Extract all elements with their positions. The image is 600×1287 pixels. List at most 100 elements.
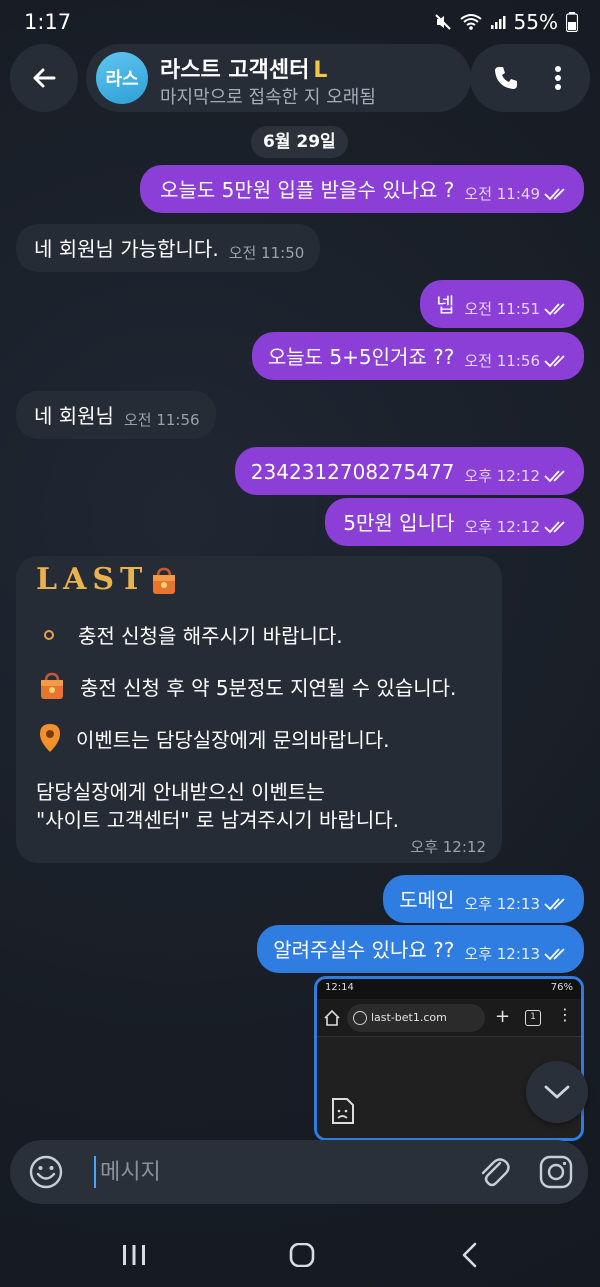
system-navigation-bar [0, 1220, 600, 1287]
status-time: 1:17 [24, 10, 72, 34]
message-card-incoming[interactable]: LAST 충전 신청을 해주시기 바랍니다. 충전 신청 후 약 5분정도 지연… [16, 556, 502, 863]
last-seen-status: 마지막으로 접속한 지 오래됨 [160, 87, 376, 108]
message-time: 오후 12:13 [464, 890, 570, 918]
double-check-icon [544, 521, 565, 534]
message-time: 오전 11:56 [123, 410, 200, 429]
message-bubble-outgoing[interactable]: 오늘도 5+5인거죠 ?? 오전 11:56 [251, 332, 584, 380]
paperclip-icon[interactable] [476, 1154, 512, 1190]
message-composer [10, 1140, 588, 1204]
home-circle-icon [289, 1243, 315, 1267]
header-actions [470, 44, 590, 112]
recent-apps-button[interactable] [114, 1240, 154, 1270]
message-bubble-selected[interactable]: 도메인 오후 12:13 [383, 875, 584, 923]
emoji-icon[interactable] [28, 1154, 64, 1190]
card-line-text: "사이트 고객센터" 로 남겨주시기 바랍니다. [36, 808, 399, 832]
chat-title: 라스트 고객센터 L [160, 52, 327, 84]
tab-count-icon: 1 [525, 1010, 541, 1026]
double-check-icon [544, 470, 565, 483]
chat-info[interactable]: 라스 라스트 고객센터 L 마지막으로 접속한 지 오래됨 [86, 44, 471, 112]
card-line-5: "사이트 고객센터" 로 남겨주시기 바랍니다. [36, 804, 399, 833]
card-line-text: 충전 신청 후 약 5분정도 지연될 수 있습니다. [80, 675, 457, 700]
date-separator: 6월 29일 [251, 126, 348, 158]
message-bubble-incoming[interactable]: 네 회원님 가능합니다. 오전 11:50 [16, 224, 321, 272]
chat-screen: 1:17 55% 라스 라스트 고객센터 L 마지막으로 접속한 지 오래됨 6… [0, 0, 600, 1287]
card-line-text: 충전 신청을 해주시기 바랍니다. [78, 624, 343, 648]
screenshot-browser-bar: last-bet1.com + 1 ⋮ [317, 999, 581, 1037]
message-text: 네 회원님 가능합니다. [34, 236, 219, 261]
back-button[interactable] [10, 44, 78, 112]
double-check-icon [544, 948, 565, 961]
card-line-3: 이벤트는 담당실장에게 문의바랍니다. [36, 722, 389, 754]
message-text: 오늘도 5+5인거죠 ?? [267, 344, 455, 369]
message-text: 5만원 입니다 [343, 510, 455, 535]
double-check-icon [544, 898, 565, 911]
status-icons: 55% [434, 10, 578, 34]
home-button[interactable] [282, 1240, 322, 1270]
status-bar: 1:17 55% [0, 0, 600, 44]
screenshot-time: 12:14 [325, 982, 354, 993]
message-bubble-outgoing[interactable]: 2342312708275477 오후 12:12 [234, 447, 584, 495]
message-time: 오전 11:51 [464, 295, 570, 323]
call-button[interactable] [486, 58, 526, 98]
message-time: 오전 11:50 [228, 243, 305, 262]
home-icon [324, 1009, 340, 1026]
message-text: 넵 [435, 292, 455, 317]
screenshot-url-field: last-bet1.com [347, 1004, 485, 1032]
card-line-2: 충전 신청 후 약 5분정도 지연될 수 있습니다. [36, 670, 456, 702]
card-title: LAST [36, 562, 180, 597]
chevron-left-icon [462, 1242, 477, 1268]
more-vertical-icon [555, 66, 561, 90]
message-bubble-outgoing[interactable]: 넵 오전 11:51 [419, 280, 584, 328]
message-time: 오후 12:12 [464, 513, 570, 541]
scroll-down-button[interactable] [526, 1061, 588, 1123]
message-text: 2342312708275477 [250, 459, 455, 484]
message-bubble-selected[interactable]: 알려주실수 있나요 ?? 오후 12:13 [257, 925, 584, 973]
shopping-bag-icon [41, 672, 63, 699]
title-emoji: L [313, 58, 328, 83]
message-time: 오후 12:13 [464, 940, 570, 968]
message-time: 오후 12:12 [410, 838, 486, 856]
double-check-icon [544, 188, 565, 201]
recent-apps-icon [123, 1245, 145, 1265]
wifi-icon [459, 14, 482, 30]
chat-title-text: 라스트 고객센터 [160, 58, 310, 83]
more-options-button[interactable] [542, 58, 574, 98]
message-text: 네 회원님 [34, 403, 114, 428]
plus-icon: + [495, 1006, 511, 1027]
message-text: 오늘도 5만원 입플 받을수 있나요 ? [160, 177, 455, 202]
shopping-bag-icon [153, 567, 176, 594]
card-line-4: 담당실장에게 안내받으신 이벤트는 [36, 776, 325, 805]
screenshot-url-text: last-bet1.com [371, 1011, 447, 1024]
message-time: 오전 11:56 [464, 347, 570, 375]
screenshot-battery: 76% [550, 982, 573, 993]
message-time: 오후 12:12 [464, 462, 570, 490]
back-arrow-icon [33, 68, 56, 88]
card-line-text: 이벤트는 담당실장에게 문의바랍니다. [76, 727, 390, 752]
message-bubble-outgoing[interactable]: 오늘도 5만원 입플 받을수 있나요 ? 오전 11:49 [140, 165, 584, 213]
system-back-button[interactable] [450, 1240, 490, 1270]
text-cursor [94, 1156, 96, 1188]
message-bubble-incoming[interactable]: 네 회원님 오전 11:56 [16, 391, 216, 439]
battery-text: 55% [513, 10, 558, 34]
message-text: 알려주실수 있나요 ?? [273, 937, 455, 962]
avatar[interactable]: 라스 [96, 52, 148, 104]
double-check-icon [544, 303, 565, 316]
instagram-camera-icon[interactable] [538, 1154, 574, 1190]
card-title-text: LAST [36, 562, 149, 597]
double-check-icon [544, 355, 565, 368]
bullet-dot-icon [44, 629, 54, 640]
mute-icon [434, 14, 451, 30]
signal-icon [490, 16, 506, 29]
more-vertical-icon: ⋮ [557, 1005, 573, 1024]
screenshot-status-bar: 12:14 76% [317, 979, 581, 999]
battery-icon [566, 12, 578, 32]
chevron-down-icon [544, 1085, 570, 1099]
info-icon [353, 1011, 367, 1025]
message-input[interactable] [100, 1150, 460, 1194]
chat-header: 라스 라스트 고객센터 L 마지막으로 접속한 지 오래됨 [10, 44, 590, 112]
message-bubble-outgoing[interactable]: 5만원 입니다 오후 12:12 [325, 498, 584, 546]
phone-icon [495, 67, 517, 89]
location-pin-icon [40, 724, 60, 752]
broken-file-icon [332, 1098, 354, 1124]
card-line-text: 담당실장에게 안내받으신 이벤트는 [36, 780, 325, 804]
